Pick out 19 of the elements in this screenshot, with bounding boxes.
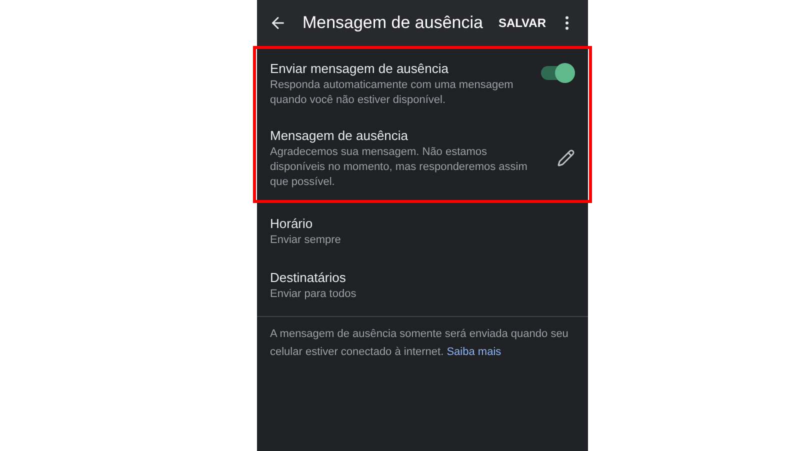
item-title: Mensagem de ausência: [270, 127, 410, 145]
settings-item[interactable]: Mensagem de ausência Agradecemos sua mensagem. Não estamos disponíveis no momento, mas responderemos assim que possível.: [257, 117, 588, 199]
item-title: Destinatários: [270, 269, 347, 287]
learn-more-link[interactable]: Saiba mais: [446, 346, 502, 358]
item-subtitle: Responda automaticamente com uma mensagem quando você não estiver disponível.: [270, 78, 514, 108]
toggle-switch[interactable]: [541, 63, 575, 83]
info-text: A mensagem de ausência somente será enviada quando seu celular estiver conectado à internet. Saiba mais: [269, 327, 570, 360]
screen-title: Mensagem de ausência: [301, 12, 484, 34]
pencil-icon[interactable]: [557, 149, 575, 167]
settings-item[interactable]: Enviar mensagem de ausência Responda automaticamente com uma mensagem quando você não estiver disponível.: [257, 50, 588, 117]
item-subtitle: Agradecemos sua mensagem. Não estamos disponíveis no momento, mas responderemos assim que possível.: [270, 145, 528, 190]
item-subtitle: Enviar para todos: [270, 287, 358, 302]
item-title: Enviar mensagem de ausência: [270, 60, 450, 78]
settings-item[interactable]: Horário Enviar sempre: [257, 205, 588, 257]
settings-item[interactable]: Destinatários Enviar para todos: [257, 259, 588, 311]
item-subtitle: Enviar sempre: [270, 233, 342, 248]
save-button[interactable]: SALVAR: [498, 14, 546, 32]
back-icon[interactable]: [269, 14, 287, 32]
item-title: Horário: [270, 215, 314, 233]
